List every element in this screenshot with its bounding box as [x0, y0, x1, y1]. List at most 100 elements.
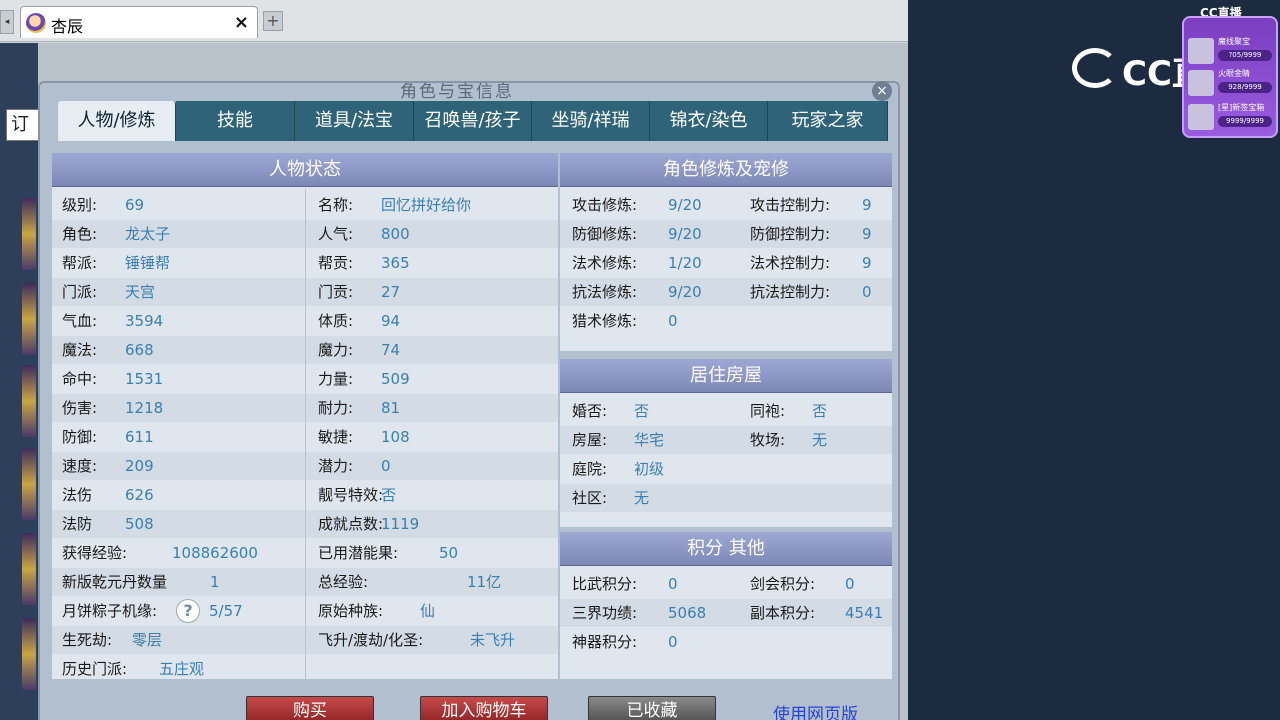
stat-value: 1218 [125, 399, 164, 417]
stat-value: 9/20 [668, 283, 702, 301]
stat-label: 气血: [62, 312, 98, 330]
stat-label: 比武积分: [572, 575, 638, 593]
stat-value: 5/57 [209, 602, 243, 620]
new-tab-button[interactable]: + [263, 11, 283, 31]
gift-count: 9999/9999 [1218, 116, 1272, 127]
info-row: 法术修炼: 1/20 法术控制力: 9 [560, 249, 892, 277]
stat-label: 门派: [62, 283, 98, 301]
stat-value: 365 [381, 254, 410, 272]
stat-label: 抗法修炼: [572, 283, 638, 301]
stat-value: 9 [862, 196, 872, 214]
stat-value: 1531 [125, 370, 164, 388]
stat-value: 27 [381, 283, 401, 301]
panel-header-points: 积分 其他 [560, 532, 892, 566]
stat-label: 法防 [62, 515, 93, 533]
tab-player-home[interactable]: 玩家之家 [768, 101, 888, 141]
info-row: 防御修炼: 9/20 防御控制力: 9 [560, 220, 892, 248]
stat-value: 无 [812, 431, 828, 449]
tab-outfits-dye[interactable]: 锦衣/染色 [650, 101, 768, 141]
stat-value: 4541 [845, 604, 884, 622]
add-to-cart-button[interactable]: 加入购物车 [420, 696, 548, 720]
stat-value: 1 [210, 573, 220, 591]
stat-value: 9 [862, 225, 872, 243]
stat-label: 攻击控制力: [750, 196, 831, 214]
game-thumbnail[interactable] [22, 533, 36, 605]
stat-label: 防御: [62, 428, 98, 446]
stat-label: 法术控制力: [750, 254, 831, 272]
stat-value: 69 [125, 196, 145, 214]
stat-label: 原始种族: [318, 602, 384, 620]
game-thumbnail[interactable] [22, 198, 36, 270]
buy-button[interactable]: 购买 [246, 696, 374, 720]
stat-label: 靓号特效: [318, 486, 384, 504]
gift-item[interactable]: [星]新签宝箱 9999/9999 [1188, 102, 1276, 132]
stat-label: 剑会积分: [750, 575, 816, 593]
stat-value: 否 [634, 402, 650, 420]
browser-tab-bar: ◂ 杏辰 × + [0, 0, 908, 42]
game-thumbnail[interactable] [22, 283, 36, 355]
stat-value: 零层 [132, 631, 163, 649]
tab-scroll-left-button[interactable]: ◂ [0, 10, 14, 34]
stat-value: 800 [381, 225, 410, 243]
stat-value: 11亿 [467, 573, 502, 591]
stat-label: 庭院: [572, 460, 608, 478]
tab-close-icon[interactable]: × [234, 12, 249, 33]
stat-label: 速度: [62, 457, 98, 475]
stat-label: 新版乾元丹数量 [62, 573, 168, 591]
tab-mounts[interactable]: 坐骑/祥瑞 [532, 101, 650, 141]
stat-value: 209 [125, 457, 154, 475]
info-row: 抗法修炼: 9/20 抗法控制力: 0 [560, 278, 892, 306]
collected-button[interactable]: 已收藏 [588, 696, 716, 720]
tab-skills[interactable]: 技能 [176, 101, 295, 141]
game-thumbnail[interactable] [22, 448, 36, 520]
info-row: 社区: 无 [560, 484, 892, 512]
stat-label: 敏捷: [318, 428, 354, 446]
help-icon[interactable]: ? [176, 599, 200, 623]
stat-value: 回忆拼好给你 [381, 196, 472, 214]
column-divider [305, 189, 306, 679]
cc-logo-icon [1072, 48, 1118, 88]
gift-name: 魔线聚宝 [1218, 37, 1250, 46]
tab-character-cultivation[interactable]: 人物/修炼 [58, 101, 176, 141]
game-thumbnail[interactable] [22, 618, 36, 690]
stat-label: 体质: [318, 312, 354, 330]
stat-value: 626 [125, 486, 154, 504]
browser-tab[interactable]: 杏辰 × [20, 6, 258, 38]
stat-label: 帮派: [62, 254, 98, 272]
stat-label: 潜力: [318, 457, 354, 475]
stat-label: 法术修炼: [572, 254, 638, 272]
stat-label: 攻击修炼: [572, 196, 638, 214]
page-order-box[interactable]: 订 [6, 109, 42, 141]
stat-label: 命中: [62, 370, 98, 388]
info-row: 房屋: 华宅 牧场: 无 [560, 426, 892, 454]
panel-header-house: 居住房屋 [560, 359, 892, 393]
stat-label: 魔力: [318, 341, 354, 359]
info-row: 攻击修炼: 9/20 攻击控制力: 9 [560, 191, 892, 219]
game-thumbnail[interactable] [22, 365, 36, 437]
use-web-version-link[interactable]: 使用网页版 [773, 700, 858, 720]
tab-summons-children[interactable]: 召唤兽/孩子 [414, 101, 532, 141]
dialog-close-icon[interactable]: × [872, 81, 892, 101]
stat-value: 668 [125, 341, 154, 359]
stat-value: 华宅 [634, 431, 665, 449]
favicon-icon [26, 13, 46, 33]
stat-value: 五庄观 [159, 660, 205, 678]
info-row: 婚否: 否 同袍: 否 [560, 397, 892, 425]
stat-value: 0 [668, 633, 678, 651]
stat-label: 总经验: [318, 573, 369, 591]
stat-label: 名称: [318, 196, 354, 214]
stat-label: 副本积分: [750, 604, 816, 622]
stat-label: 飞升/渡劫/化圣: [318, 631, 424, 649]
gift-item[interactable]: 魔线聚宝 ?05/9999 [1188, 36, 1276, 66]
tab-items-treasures[interactable]: 道具/法宝 [295, 101, 414, 141]
gift-item[interactable]: 火眼金睛 928/9999 [1188, 68, 1276, 98]
panel-header-status: 人物状态 [52, 153, 558, 187]
stat-value: 龙太子 [125, 225, 171, 243]
stat-value: 锤锤帮 [125, 254, 171, 272]
gift-name: [星]新签宝箱 [1218, 103, 1265, 112]
browser-window: ◂ 杏辰 × + 订 角色与宝信息 × 人物/修炼 技能 道具/法宝 召唤兽/孩… [0, 0, 908, 720]
stat-value: 1/20 [668, 254, 702, 272]
stat-label: 牧场: [750, 431, 786, 449]
info-row: 神器积分: 0 [560, 628, 892, 656]
stat-label: 猎术修炼: [572, 312, 638, 330]
